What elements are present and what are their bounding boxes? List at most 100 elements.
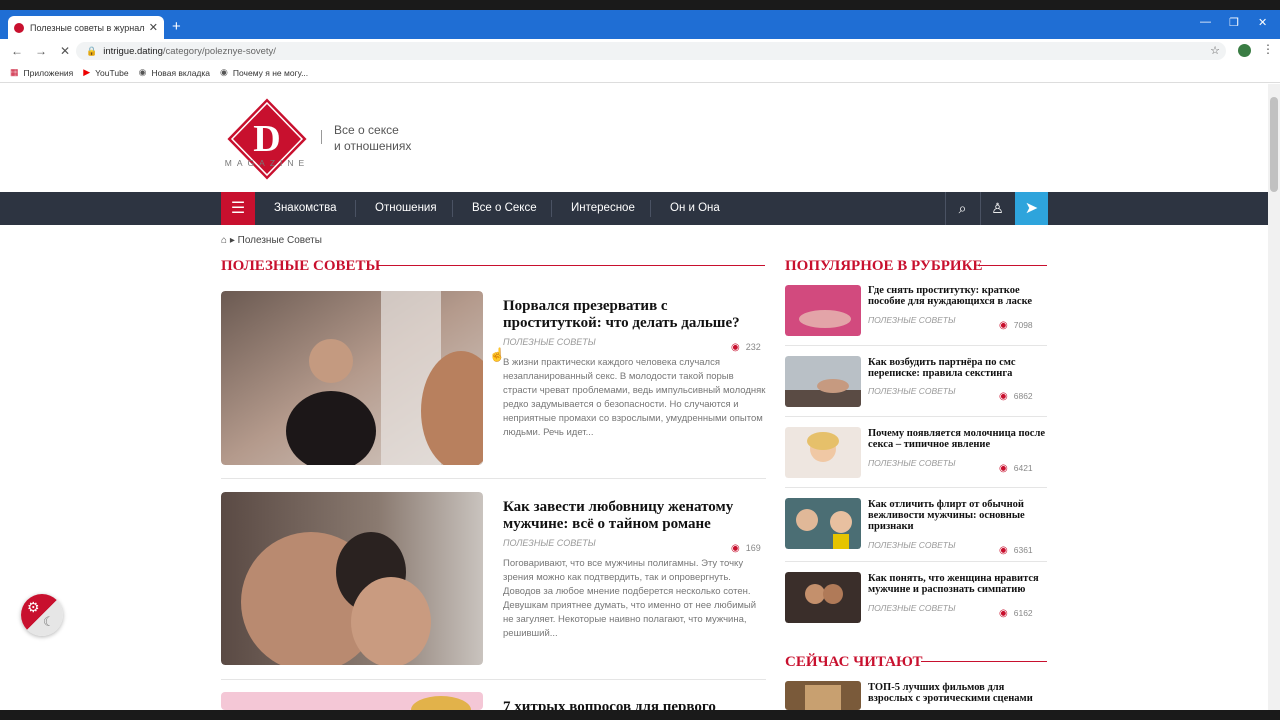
browser-tab[interactable]: Полезные советы в журнале о ✕ (8, 16, 164, 39)
back-icon[interactable]: ← (10, 44, 24, 58)
article-title[interactable]: Как завести любовницу женатому мужчине: … (503, 499, 768, 533)
breadcrumb: ⌂ ▸ Полезные Советы (221, 235, 322, 246)
popular-item-views: ◉ 6162 (999, 608, 1033, 619)
article-image[interactable] (221, 692, 483, 710)
popular-divider (785, 416, 1047, 417)
restore-icon[interactable]: ❐ (1229, 16, 1239, 29)
popular-image[interactable] (785, 427, 861, 478)
nav-separator (355, 200, 356, 217)
popular-item-category[interactable]: ПОЛЕЗНЫЕ СОВЕТЫ (868, 603, 956, 613)
profile-avatar[interactable] (1238, 44, 1251, 57)
popular-item-category[interactable]: ПОЛЕЗНЫЕ СОВЕТЫ (868, 386, 956, 396)
gear-icon: ⚙ (27, 599, 40, 615)
home-icon[interactable]: ⌂ (221, 235, 227, 246)
window-bottom-strip (0, 710, 1280, 720)
popular-image[interactable] (785, 285, 861, 336)
site-logo[interactable]: D MAGAZINE (222, 95, 312, 183)
popular-item-title[interactable]: Как отличить флирт от обычной вежливости… (868, 499, 1046, 532)
popular-image[interactable] (785, 498, 861, 549)
article-divider (221, 478, 766, 479)
moon-icon: ☾ (43, 614, 55, 629)
reload-icon[interactable]: ✕ (58, 44, 72, 58)
section-title-line (921, 661, 1047, 662)
tab-bar (0, 10, 1280, 39)
bookmark-apps[interactable]: ▦ Приложения (10, 67, 73, 78)
article-category[interactable]: ПОЛЕЗНЫЕ СОВЕТЫ (503, 337, 596, 347)
user-lock-icon[interactable]: ♙ (980, 192, 1014, 225)
popular-divider (785, 345, 1047, 346)
eye-icon: ◉ (731, 543, 740, 554)
bookmark-new-tab[interactable]: ◉ Новая вкладка (139, 67, 210, 78)
bookmark-youtube[interactable]: ▶ YouTube (83, 67, 128, 78)
popular-item-views: ◉ 6421 (999, 463, 1033, 474)
theme-toggle-button[interactable]: ⚙ ☾ (21, 594, 63, 636)
site-header (0, 84, 1268, 192)
nav-item-he-she[interactable]: Он и Она (670, 192, 720, 225)
popular-item-title[interactable]: Где снять проститутку: краткое пособие д… (868, 285, 1046, 307)
menu-kebab-icon[interactable]: ⋮ (1262, 42, 1274, 56)
section-title: Полезные советы (221, 258, 381, 274)
article-title[interactable]: 7 хитрых вопросов для первого (503, 699, 768, 710)
popular-item-category[interactable]: ПОЛЕЗНЫЕ СОВЕТЫ (868, 458, 956, 468)
popular-item-title[interactable]: Как возбудить партнёра по смс переписке:… (868, 357, 1046, 379)
scrollbar-thumb[interactable] (1270, 97, 1278, 192)
eye-icon: ◉ (999, 608, 1008, 619)
new-tab-button[interactable]: + (172, 18, 181, 35)
tab-close-icon[interactable]: ✕ (149, 21, 158, 34)
now-reading-item-title[interactable]: ТОП-5 лучших фильмов для взрослых с эрот… (868, 682, 1046, 710)
globe-icon: ◉ (138, 67, 147, 77)
eye-icon: ◉ (999, 391, 1008, 402)
popular-item-views: ◉ 7098 (999, 320, 1033, 331)
logo-letter: D (253, 118, 280, 160)
article-excerpt: Поговаривают, что все мужчины полигамны.… (503, 558, 757, 639)
now-reading-image[interactable] (785, 681, 861, 710)
tab-title: Полезные советы в журнале о (30, 22, 145, 33)
popular-item-title[interactable]: Почему появляется молочница после секса … (868, 428, 1046, 450)
popular-item-category[interactable]: ПОЛЕЗНЫЕ СОВЕТЫ (868, 540, 956, 550)
youtube-icon: ▶ (83, 67, 91, 77)
nav-item-relations[interactable]: Отношения (375, 192, 437, 225)
window-top-strip (0, 0, 1280, 10)
forward-icon[interactable]: → (34, 44, 48, 58)
close-window-icon[interactable]: ✕ (1258, 16, 1267, 29)
popular-image[interactable] (785, 356, 861, 407)
hamburger-menu-icon[interactable]: ☰ (221, 192, 255, 225)
popular-title: Популярное в рубрике (785, 258, 983, 274)
eye-icon: ◉ (731, 342, 740, 353)
hand-cursor-icon: ☝ (489, 347, 506, 362)
minimize-icon[interactable]: — (1200, 16, 1211, 28)
eye-icon: ◉ (999, 545, 1008, 556)
article-views: ◉ 232 (731, 342, 761, 353)
popular-item-title[interactable]: Как понять, что женщина нравится мужчине… (868, 573, 1046, 595)
nav-item-interesting[interactable]: Интересное (571, 192, 635, 225)
globe-icon: ◉ (220, 67, 228, 77)
article-image[interactable] (221, 492, 483, 665)
header-separator (321, 130, 322, 144)
nav-separator (551, 200, 552, 217)
popular-divider (785, 487, 1047, 488)
eye-icon: ◉ (999, 320, 1008, 331)
bookmark-star-icon[interactable]: ☆ (1210, 44, 1220, 57)
lock-icon: 🔒 (86, 45, 98, 56)
telegram-icon[interactable]: ➤ (1015, 192, 1048, 225)
apps-grid-icon: ▦ (10, 67, 19, 77)
logo-word: MAGAZINE (225, 158, 309, 168)
article-category[interactable]: ПОЛЕЗНЫЕ СОВЕТЫ (503, 538, 596, 548)
nav-item-sex[interactable]: Все о Сексе (472, 192, 537, 225)
nav-item-dating[interactable]: Знакомства (274, 192, 337, 225)
eye-icon: ◉ (999, 463, 1008, 474)
section-title-line (978, 265, 1047, 266)
breadcrumb-current: Полезные Советы (237, 235, 322, 246)
article-title[interactable]: Порвался презерватив с проституткой: что… (503, 298, 768, 332)
url-path: /category/poleznye-sovety/ (162, 45, 276, 57)
site-tagline: Все о сексе и отношениях (334, 123, 412, 153)
popular-divider (785, 561, 1047, 562)
article-image[interactable] (221, 291, 483, 465)
popular-image[interactable] (785, 572, 861, 623)
section-title-line (377, 265, 765, 266)
popular-item-category[interactable]: ПОЛЕЗНЫЕ СОВЕТЫ (868, 315, 956, 325)
article-excerpt: В жизни практически каждого человека слу… (503, 357, 766, 438)
bookmark-why[interactable]: ◉ Почему я не могу... (220, 67, 308, 78)
address-bar[interactable]: 🔒 intrigue.dating/category/poleznye-sove… (76, 42, 1226, 60)
search-icon[interactable]: ⌕ (945, 192, 979, 225)
